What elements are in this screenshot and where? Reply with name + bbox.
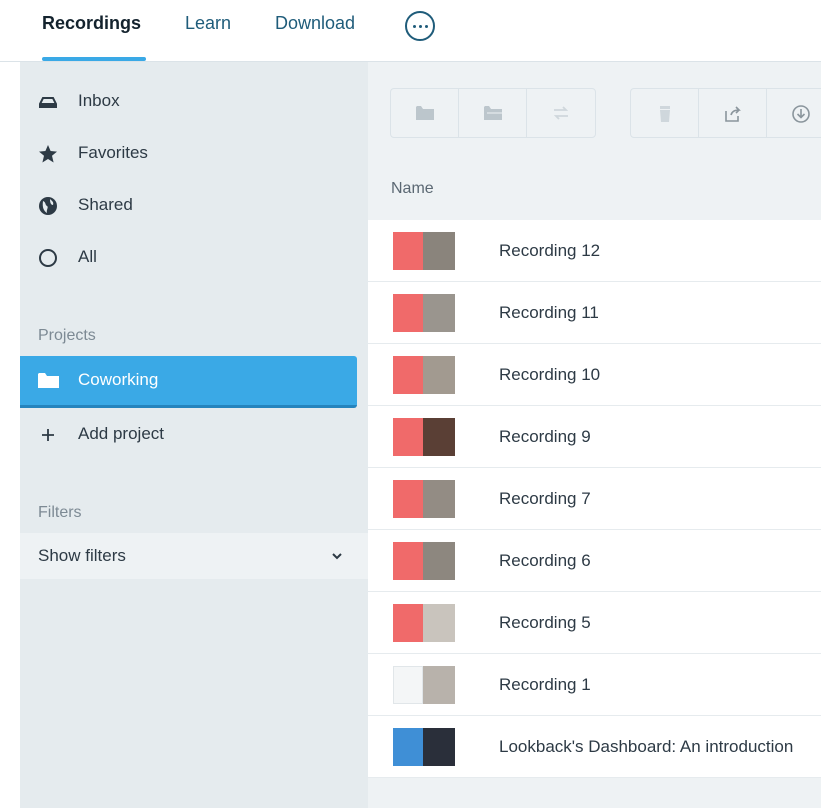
sidebar-item-favorites[interactable]: Favorites xyxy=(20,134,368,174)
project-item-coworking[interactable]: Coworking xyxy=(20,356,357,408)
sidebar-item-inbox[interactable]: Inbox xyxy=(20,82,368,122)
trash-icon xyxy=(660,106,670,122)
camera-thumbnail xyxy=(423,356,455,394)
recording-row[interactable]: Recording 5 xyxy=(368,592,821,654)
show-filters-label: Show filters xyxy=(38,546,126,565)
circle-icon xyxy=(39,249,57,267)
recording-title: Recording 6 xyxy=(499,551,591,570)
column-header-name[interactable]: Name xyxy=(391,180,434,198)
swap-button[interactable] xyxy=(527,89,595,137)
toolbar-group-actions xyxy=(630,88,821,138)
sidebar-item-label: Shared xyxy=(78,195,133,214)
share-button[interactable] xyxy=(699,89,767,137)
recordings-panel: Name Recording 12 Recording 11 Recording… xyxy=(368,62,821,808)
globe-icon xyxy=(39,197,57,215)
delete-button[interactable] xyxy=(631,89,699,137)
recording-row[interactable]: Recording 6 xyxy=(368,530,821,592)
sidebar-item-all[interactable]: All xyxy=(20,238,368,278)
tab-download[interactable]: Download xyxy=(275,13,355,34)
recording-thumbnail xyxy=(393,418,423,456)
recording-thumbnail xyxy=(393,356,423,394)
sidebar-item-label: Favorites xyxy=(78,143,148,162)
project-label: Coworking xyxy=(78,370,159,389)
top-nav: Recordings Learn Download xyxy=(0,0,821,62)
folder-move-icon xyxy=(484,106,502,120)
tab-recordings[interactable]: Recordings xyxy=(42,13,141,34)
move-to-folder-button[interactable] xyxy=(459,89,527,137)
recording-title: Recording 10 xyxy=(499,365,601,384)
folder-icon xyxy=(416,106,434,120)
recordings-list: Recording 12 Recording 11 Recording 10 R… xyxy=(368,220,821,778)
chevron-down-icon xyxy=(332,553,342,560)
add-project-button[interactable]: Add project xyxy=(20,415,368,455)
recording-thumbnail xyxy=(393,542,423,580)
recording-row[interactable]: Recording 10 xyxy=(368,344,821,406)
share-icon xyxy=(725,106,741,122)
plus-icon xyxy=(42,429,54,441)
recording-row[interactable]: Lookback's Dashboard: An introduction xyxy=(368,716,821,778)
download-button[interactable] xyxy=(767,89,821,137)
camera-thumbnail xyxy=(423,232,455,270)
recording-row[interactable]: Recording 9 xyxy=(368,406,821,468)
sidebar-item-label: All xyxy=(78,247,97,266)
tab-learn[interactable]: Learn xyxy=(185,13,231,34)
camera-thumbnail xyxy=(423,666,455,704)
inbox-icon xyxy=(39,97,57,108)
sidebar-item-shared[interactable]: Shared xyxy=(20,186,368,226)
folder-icon xyxy=(38,373,59,388)
ellipsis-circle-icon[interactable] xyxy=(405,11,435,41)
recording-title: Recording 1 xyxy=(499,675,591,694)
recording-title: Recording 12 xyxy=(499,241,601,260)
recording-title: Recording 5 xyxy=(499,613,591,632)
recording-thumbnail xyxy=(393,604,423,642)
recording-title: Recording 9 xyxy=(499,427,591,446)
star-icon xyxy=(39,145,57,163)
recording-thumbnail xyxy=(393,480,423,518)
swap-icon xyxy=(553,106,569,120)
filters-heading: Filters xyxy=(38,504,82,521)
recording-row[interactable]: Recording 12 xyxy=(368,220,821,282)
active-tab-indicator xyxy=(42,57,146,61)
sidebar: Inbox Favorites Shared All Projects Cowo… xyxy=(20,62,368,808)
toolbar-group-organize xyxy=(390,88,596,138)
recording-title: Recording 11 xyxy=(499,303,599,322)
recording-thumbnail xyxy=(393,666,423,704)
recording-thumbnail xyxy=(393,232,423,270)
recording-row[interactable]: Recording 7 xyxy=(368,468,821,530)
sidebar-item-label: Inbox xyxy=(78,91,120,110)
camera-thumbnail xyxy=(423,542,455,580)
recording-title: Lookback's Dashboard: An introduction xyxy=(499,737,794,756)
recording-row[interactable]: Recording 11 xyxy=(368,282,821,344)
recording-title: Recording 7 xyxy=(499,489,591,508)
camera-thumbnail xyxy=(423,604,455,642)
recording-thumbnail xyxy=(393,728,423,766)
camera-thumbnail xyxy=(423,480,455,518)
camera-thumbnail xyxy=(423,728,455,766)
recording-thumbnail xyxy=(393,294,423,332)
show-filters-toggle[interactable]: Show filters xyxy=(20,533,368,579)
projects-heading: Projects xyxy=(38,327,96,344)
recording-row[interactable]: Recording 1 xyxy=(368,654,821,716)
download-icon xyxy=(792,105,810,123)
add-project-label: Add project xyxy=(78,424,164,443)
folder-button[interactable] xyxy=(391,89,459,137)
camera-thumbnail xyxy=(423,418,455,456)
camera-thumbnail xyxy=(423,294,455,332)
